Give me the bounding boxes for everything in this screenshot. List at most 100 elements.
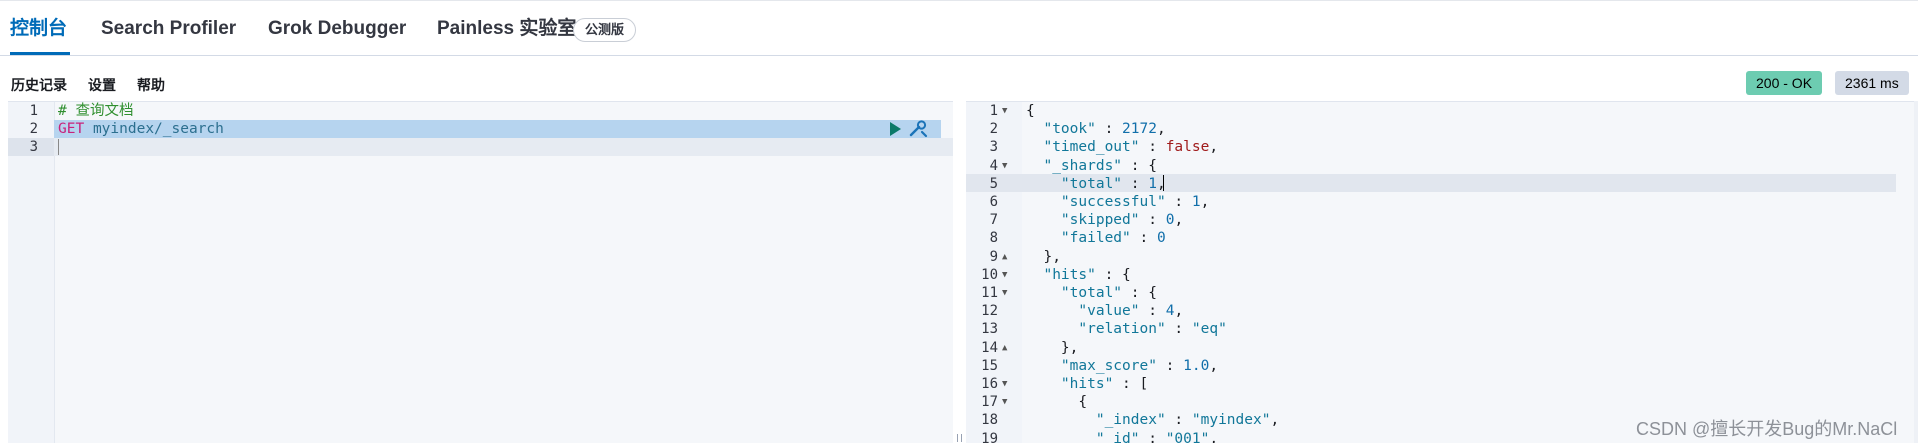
- line-number: 4: [989, 157, 998, 174]
- text-cursor: [58, 139, 59, 155]
- fold-up-icon[interactable]: ▲: [1002, 339, 1007, 357]
- console-toolbar: 历史记录 设置 帮助: [0, 56, 1918, 101]
- line-number: 14: [981, 339, 998, 356]
- line-number: 8: [989, 230, 998, 247]
- response-line: "hits" : {: [1026, 266, 1131, 284]
- wrench-icon[interactable]: [908, 120, 928, 138]
- splitter-grip-icon: [957, 434, 962, 442]
- response-line: "value" : 4,: [1026, 302, 1183, 320]
- code-token: "max_score": [1026, 357, 1157, 374]
- request-editor[interactable]: 1 2 3 # 查询文档 GET myindex/_search: [8, 101, 953, 443]
- response-scrollbar[interactable]: [1914, 101, 1918, 443]
- response-line: {: [1026, 393, 1087, 411]
- request-comment: # 查询文档: [58, 103, 134, 119]
- watermark: CSDN @擅长开发Bug的Mr.NaCl: [1636, 419, 1898, 439]
- code-token: :: [1139, 139, 1166, 156]
- response-line: "took" : 2172,: [1026, 120, 1166, 138]
- beta-badge: 公测版: [573, 18, 637, 42]
- fold-down-icon[interactable]: ▼: [1002, 375, 1007, 393]
- fold-up-icon[interactable]: ▲: [1002, 248, 1007, 266]
- code-token: :: [1130, 230, 1157, 247]
- line-number: 15: [981, 357, 998, 374]
- code-token: :: [1095, 121, 1123, 138]
- fold-down-icon[interactable]: ▼: [1002, 393, 1007, 411]
- response-line: "total" : 1,: [1026, 175, 1166, 193]
- code-token: ,: [1156, 121, 1166, 138]
- code-token: 1: [1191, 194, 1201, 210]
- tab-bar: 控制台 Search Profiler Grok Debugger Painle…: [0, 0, 1918, 56]
- line-number: 11: [981, 285, 998, 301]
- code-token: ,: [1174, 212, 1184, 229]
- request-line: GET myindex/_search: [58, 120, 224, 138]
- code-token: ,: [1200, 194, 1210, 210]
- code-token: false: [1165, 139, 1210, 156]
- fold-down-icon[interactable]: ▼: [1002, 284, 1007, 302]
- tab-search-profiler[interactable]: Search Profiler: [101, 17, 236, 41]
- response-line: "hits" : [: [1026, 375, 1148, 393]
- code-token: "value": [1026, 303, 1140, 320]
- request-path: myindex/_search: [92, 121, 224, 137]
- code-token: ,: [1209, 139, 1219, 156]
- code-token: ,: [1174, 303, 1184, 320]
- response-line: {: [1026, 102, 1035, 120]
- text-cursor: [1163, 175, 1164, 191]
- response-line: },: [1026, 248, 1061, 266]
- response-line: "timed_out" : false,: [1026, 138, 1218, 156]
- code-token: "total": [1026, 285, 1123, 301]
- line-number: 1: [29, 103, 38, 119]
- line-number: 5: [989, 175, 998, 192]
- code-token: : {: [1095, 266, 1131, 283]
- code-token: {: [1026, 103, 1035, 119]
- active-tab-indicator: [10, 52, 70, 55]
- code-token: ,: [1209, 430, 1219, 443]
- response-line: "_id" : "001",: [1026, 430, 1218, 443]
- line-number: 3: [29, 139, 38, 155]
- code-token: "took": [1026, 121, 1096, 138]
- settings-link[interactable]: 设置: [88, 75, 116, 95]
- code-token: ,: [1156, 175, 1166, 192]
- code-token: "relation": [1026, 321, 1166, 338]
- request-selection: [241, 120, 941, 138]
- code-token: :: [1165, 194, 1192, 210]
- code-token: "001": [1165, 430, 1210, 443]
- help-link[interactable]: 帮助: [137, 75, 165, 95]
- history-link[interactable]: 历史记录: [11, 75, 67, 95]
- code-token: :: [1139, 430, 1166, 443]
- code-token: 1: [1148, 175, 1157, 192]
- code-token: : {: [1122, 285, 1157, 301]
- code-token: "hits": [1026, 376, 1114, 392]
- response-line: "successful" : 1,: [1026, 193, 1209, 211]
- line-number: 13: [981, 321, 998, 338]
- line-number: 17: [981, 394, 998, 411]
- code-token: },: [1026, 339, 1079, 356]
- fold-down-icon[interactable]: ▼: [1002, 157, 1007, 175]
- response-line: "failed" : 0: [1026, 229, 1166, 247]
- play-icon[interactable]: [890, 122, 901, 136]
- response-line: "total" : {: [1026, 284, 1157, 302]
- tab-grok-debugger[interactable]: Grok Debugger: [268, 17, 406, 41]
- code-token: },: [1026, 248, 1061, 265]
- tab-painless-lab[interactable]: Painless 实验室: [437, 17, 576, 41]
- response-line: "_index" : "myindex",: [1026, 411, 1279, 429]
- request-time-badge: 2361 ms: [1835, 71, 1909, 95]
- code-token: :: [1156, 357, 1184, 374]
- code-token: :: [1139, 303, 1166, 320]
- line-number: 2: [989, 121, 998, 138]
- code-token: "_index": [1026, 412, 1166, 429]
- fold-down-icon[interactable]: ▼: [1002, 102, 1007, 120]
- tab-console[interactable]: 控制台: [10, 17, 67, 41]
- line-number: 1: [989, 103, 998, 119]
- response-viewer[interactable]: 1 ▼ 2 3 4 ▼ 5 6 7 8 9 ▲ 10 ▼ 11 ▼ 12 13 14 ▲ 15 16 ▼ 17 ▼ 18 19 { …: [966, 101, 1918, 443]
- fold-down-icon[interactable]: ▼: [1002, 266, 1007, 284]
- code-token: "successful": [1026, 194, 1166, 210]
- panel-splitter[interactable]: [953, 101, 966, 443]
- code-token: "eq": [1191, 321, 1227, 338]
- code-token: ,: [1270, 412, 1280, 429]
- response-line: },: [1026, 339, 1078, 357]
- code-token: "skipped": [1026, 212, 1140, 229]
- code-token: "_id": [1026, 430, 1140, 443]
- code-token: :: [1165, 321, 1192, 338]
- line-number: 9: [989, 248, 998, 265]
- line-number: 10: [981, 266, 998, 283]
- line-number: 7: [989, 212, 998, 229]
